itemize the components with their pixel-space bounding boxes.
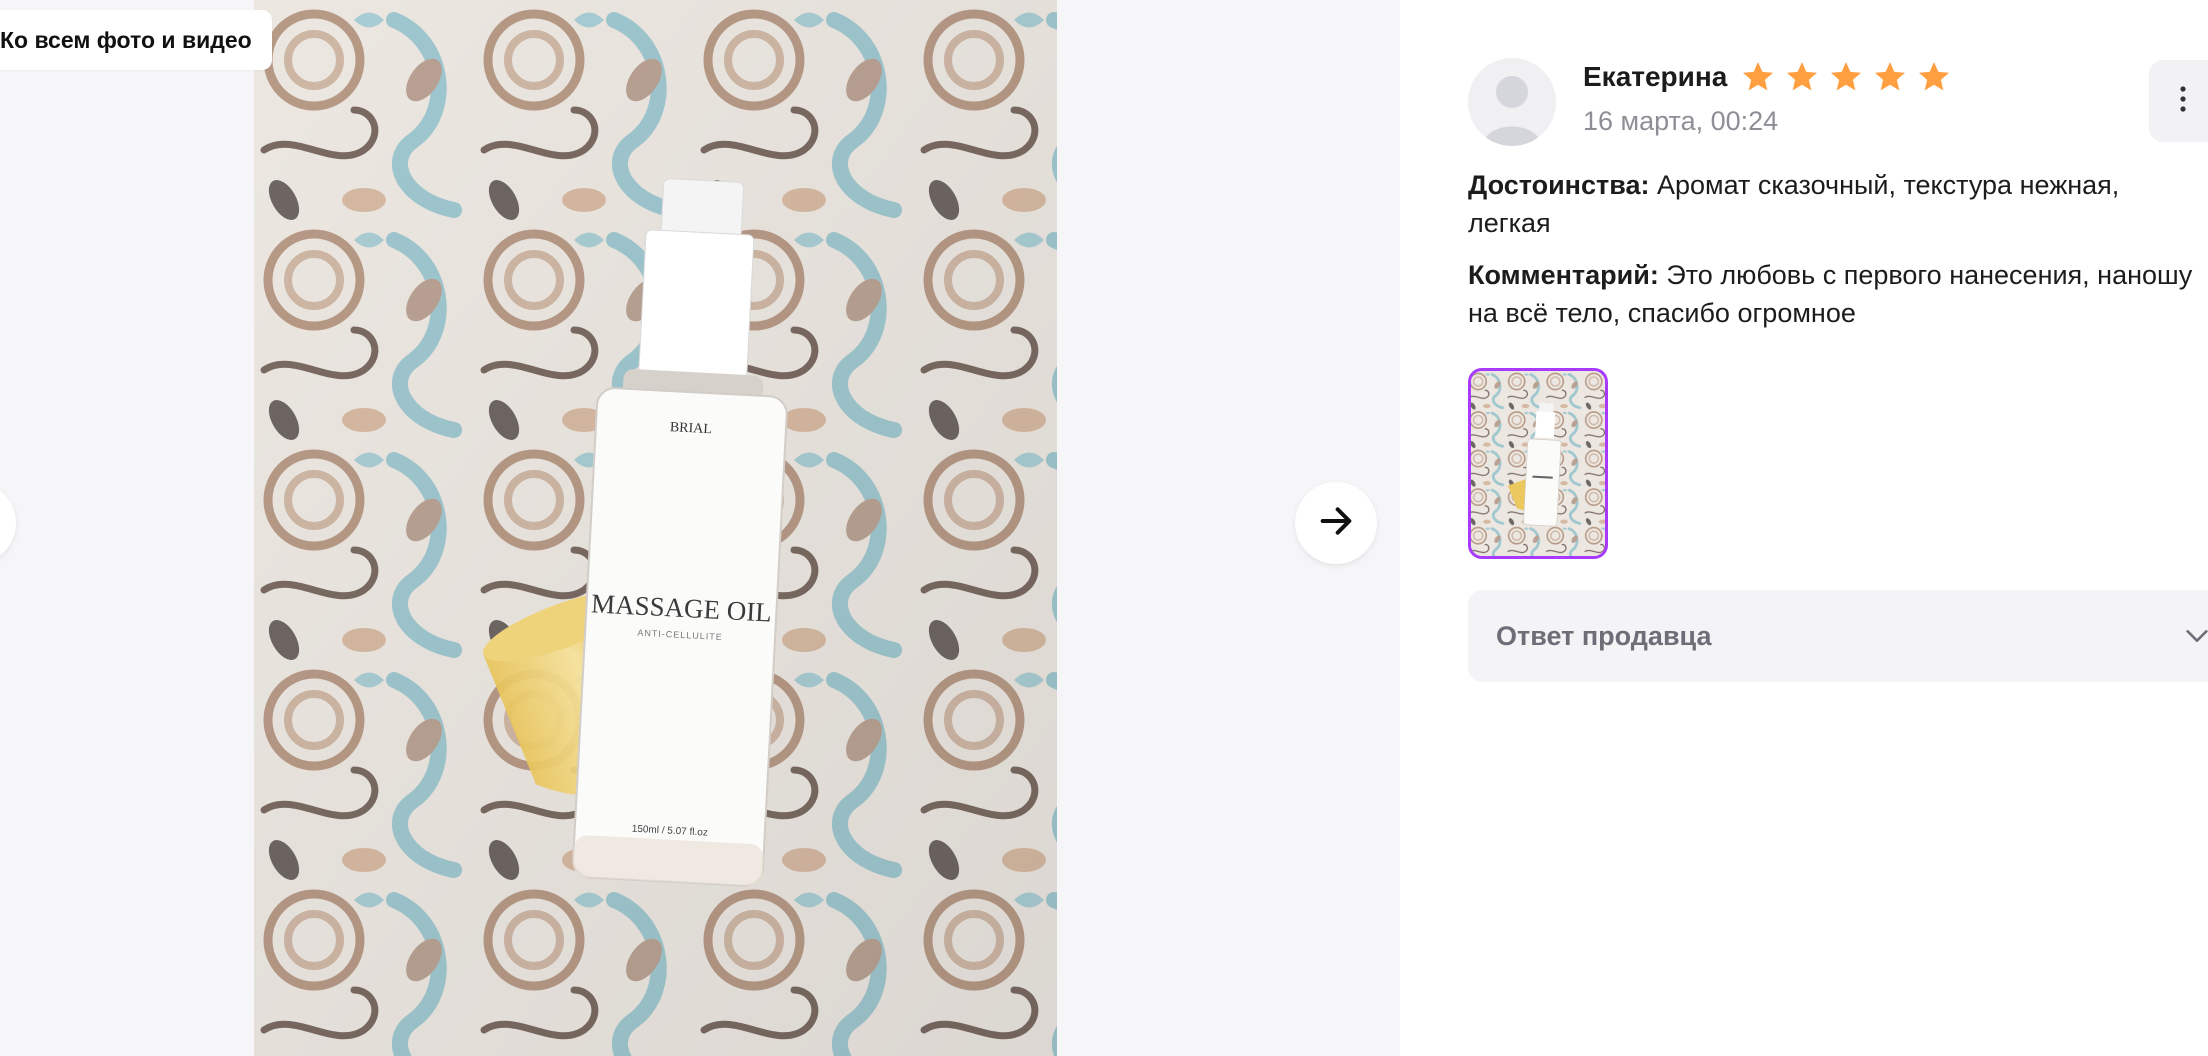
user-silhouette-icon — [1482, 76, 1542, 146]
seller-reply-label: Ответ продавца — [1496, 620, 1712, 651]
review-author: Екатерина — [1583, 61, 1728, 92]
review-photo: BRIAL MASSAGE OIL ANTI-CELLULITE 150ml /… — [254, 0, 1057, 1056]
next-photo-button[interactable] — [1295, 482, 1377, 564]
review-panel: Екатерина 16 марта, 00:24 Достоинства: А… — [1400, 0, 2208, 1056]
star-icon — [1919, 62, 1949, 91]
comment-label: Комментарий: — [1468, 260, 1659, 290]
pros-label: Достоинства: — [1468, 170, 1650, 200]
avatar — [1468, 58, 1556, 146]
star-icon — [1831, 62, 1861, 91]
bottle-brand: BRIAL — [670, 420, 713, 437]
review-menu-button[interactable] — [2149, 60, 2208, 142]
back-to-all-media-button[interactable]: Ко всем фото и видео — [0, 10, 272, 70]
rating-stars — [1740, 59, 1952, 95]
chevron-down-icon — [2182, 622, 2208, 657]
photo-thumbnail[interactable] — [1468, 368, 1608, 559]
star-icon — [1787, 62, 1817, 91]
review-pros: Достоинства: Аромат сказочный, текстура … — [1468, 166, 2208, 242]
arrow-right-icon — [1316, 501, 1356, 546]
previous-photo-button[interactable] — [0, 482, 16, 564]
media-viewer: BRIAL MASSAGE OIL ANTI-CELLULITE 150ml /… — [0, 0, 1400, 1056]
review-comment: Комментарий: Это любовь с первого нанесе… — [1468, 256, 2208, 332]
seller-reply-toggle[interactable]: Ответ продавца — [1468, 590, 2208, 682]
back-to-all-media-label: Ко всем фото и видео — [0, 26, 252, 53]
review-date: 16 марта, 00:24 — [1583, 106, 1779, 136]
star-icon — [1875, 62, 1905, 91]
thumbnail-image — [1471, 371, 1605, 556]
star-icon — [1743, 62, 1773, 91]
more-vertical-icon — [2179, 85, 2187, 118]
